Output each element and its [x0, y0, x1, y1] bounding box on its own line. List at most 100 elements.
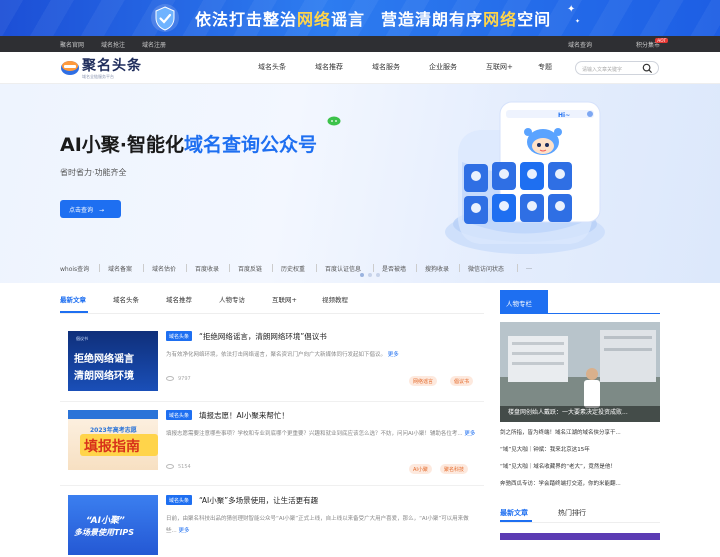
sparkle-icon: ✦: [567, 4, 576, 15]
nav-item[interactable]: 域名头条: [258, 62, 286, 72]
category-tag[interactable]: 域名头条: [166, 495, 193, 505]
article-item[interactable]: 2023年高考志愿 填报指南 域名头条 填报志愿！AI小聚来帮忙！ 填报志愿需要…: [68, 410, 484, 474]
category-tag[interactable]: 域名头条: [166, 410, 193, 420]
query-button[interactable]: 点击查询 →: [60, 200, 121, 218]
banner-slogan: 依法打击整治网络谣言 营造清朗有序网络空间: [195, 10, 552, 29]
sidebar-divider: [500, 313, 660, 314]
quick-link[interactable]: 是否被墙: [382, 264, 406, 273]
thumb-small-text: 倡议书: [76, 336, 88, 341]
sidebar-tabs: 最新文章 热门排行: [500, 505, 660, 523]
topbar-link[interactable]: 域名注册: [142, 42, 166, 49]
sidebar-list-item[interactable]: “域”见大咖｜域名收藏界的“老大”，竟然是他！: [500, 462, 660, 479]
more-link[interactable]: 更多: [464, 431, 475, 437]
article-desc: 日前，由聚名科技出品的猜创理财智能公众号“AI小聚”正式上线，自上线以来备受广大…: [166, 516, 469, 534]
article-title[interactable]: “拒绝网络谣言，清朗网络环境”倡议书: [199, 331, 327, 342]
divider: [60, 485, 484, 486]
carousel-dot[interactable]: [376, 273, 380, 277]
logo-subtitle: 域名全链服务平台: [82, 74, 114, 79]
tab-domain-news[interactable]: 域名头条: [113, 294, 139, 304]
nav-item[interactable]: 域名服务: [372, 62, 400, 72]
sidebar-feature-image[interactable]: 楼盘网创始人戴跃：一大要素决定投资成败...: [500, 322, 660, 422]
quick-link-more[interactable]: …: [526, 264, 532, 271]
nav-item[interactable]: 专题: [538, 62, 552, 72]
quick-link[interactable]: 域名备案: [108, 264, 132, 273]
divider: [60, 401, 484, 402]
tab-video-tutorials[interactable]: 视频教程: [322, 294, 348, 304]
carousel-dot[interactable]: [368, 273, 372, 277]
sparkle-icon: ✦: [575, 18, 581, 25]
article-thumbnail[interactable]: 倡议书 拒绝网络谣言 清朗网络环境: [68, 331, 158, 391]
article-thumbnail[interactable]: 2023年高考志愿 填报指南: [68, 410, 158, 470]
sidebar-list-item[interactable]: 剑之所指，皆为终端！域名江湖的域名侠分享干...: [500, 428, 660, 445]
search-icon[interactable]: [642, 63, 653, 74]
category-tag[interactable]: 域名头条: [166, 331, 193, 341]
hero-title: AI小聚·智能化域名查询公众号: [60, 134, 318, 156]
nav-item[interactable]: 互联网+: [486, 62, 513, 72]
sidebar-image-strip[interactable]: [500, 533, 660, 540]
carousel-dot[interactable]: [360, 273, 364, 277]
topbar-link-points[interactable]: 积分集市 HOT: [614, 38, 668, 49]
sidebar-list-item[interactable]: 奔驰西瓜专访：学会踏终端打交道，你的米能翻...: [500, 479, 660, 496]
quick-link[interactable]: 百度认证信息: [325, 264, 361, 273]
article-desc: 为有效净化网络环境，依法打击网络谣言，聚名资讯门户向广大新媒体同行发起如下倡议。…: [166, 352, 399, 358]
quick-link[interactable]: 域名估价: [152, 264, 176, 273]
thumb-line: 清朗网络环境: [74, 371, 134, 382]
eye-icon: [166, 376, 174, 381]
thumb-line: 多场景使用TIPS: [74, 528, 135, 537]
view-count: 5154: [166, 464, 191, 470]
quick-link[interactable]: whois查询: [60, 264, 89, 273]
thumb-line: 2023年高考志愿: [90, 427, 137, 434]
article-title[interactable]: “AI小聚”多场景使用，让生活更有趣: [199, 495, 318, 506]
tab-latest[interactable]: 最新文章: [60, 294, 86, 304]
topbar-link[interactable]: 聚名官网: [60, 42, 84, 49]
svg-text:Hi~: Hi~: [558, 112, 570, 119]
topbar-link[interactable]: 域名抢注: [101, 42, 125, 49]
article-item[interactable]: “AI小聚” 多场景使用TIPS 域名头条 “AI小聚”多场景使用，让生活更有趣…: [68, 495, 484, 557]
site-header: 聚名头条 域名全链服务平台 域名头条 域名推荐 域名服务 企业服务 互联网+ 专…: [0, 52, 720, 84]
tab-interviews[interactable]: 人物专访: [219, 294, 245, 304]
topbar-link[interactable]: 域名查询: [568, 42, 592, 49]
sidebar-article-list: 剑之所指，皆为终端！域名江湖的域名侠分享干... “域”见大咖｜钟斌：我来北京这…: [500, 428, 660, 496]
tab-latest-articles[interactable]: 最新文章: [500, 508, 528, 518]
top-banner[interactable]: 依法打击整治网络谣言 营造清朗有序网络空间 ✦ ✦: [0, 0, 720, 36]
quick-link[interactable]: 搜狗收录: [425, 264, 449, 273]
article-thumbnail[interactable]: “AI小聚” 多场景使用TIPS: [68, 495, 158, 555]
thumb-line: 填报指南: [84, 439, 140, 455]
arrow-right-icon: →: [98, 207, 104, 214]
article-desc: 填报志愿需要注意哪些事项？学校和专业到底哪个更重要？兴趣和就业到底应该怎么选？不…: [166, 431, 476, 437]
query-button-label: 点击查询: [69, 207, 94, 214]
sidebar-tab-people[interactable]: 人物专栏: [500, 290, 548, 314]
tab-internet-plus[interactable]: 互联网+: [272, 294, 297, 304]
more-link[interactable]: 更多: [179, 528, 190, 534]
keyword-tag[interactable]: 倡议书: [450, 376, 474, 386]
nav-item[interactable]: 企业服务: [429, 62, 457, 72]
article-title[interactable]: 填报志愿！AI小聚来帮忙！: [199, 410, 289, 421]
logo-mark-icon: [61, 61, 79, 75]
site-logo[interactable]: 聚名头条 域名全链服务平台: [60, 55, 150, 81]
tab-hot-ranking[interactable]: 热门排行: [558, 508, 586, 518]
active-tab-indicator: [60, 311, 88, 313]
keyword-tag[interactable]: 网络谣言: [409, 376, 438, 386]
article-tabs: 最新文章 域名头条 域名推荐 人物专访 互联网+ 视频教程: [60, 294, 484, 314]
feature-caption: 楼盘网创始人戴跃：一大要素决定投资成败...: [508, 409, 628, 416]
logo-name: 聚名头条: [82, 58, 142, 74]
active-tab-indicator: [500, 520, 532, 522]
eye-icon: [166, 464, 174, 469]
topbar-link-label: 积分集市: [635, 42, 660, 49]
keyword-tag[interactable]: 聚名科技: [440, 464, 469, 474]
tab-domain-recommend[interactable]: 域名推荐: [166, 294, 192, 304]
keyword-tag[interactable]: AI小聚: [409, 464, 432, 474]
more-link[interactable]: 更多: [388, 352, 399, 358]
hero-banner[interactable]: AI小聚·智能化域名查询公众号 省时省力·功能齐全 点击查询 → Hi~ who…: [0, 84, 720, 283]
thumb-line: “AI小聚”: [86, 516, 125, 526]
view-count: 9797: [166, 376, 191, 382]
quick-link[interactable]: 微信访问状态: [468, 264, 504, 273]
article-item[interactable]: 倡议书 拒绝网络谣言 清朗网络环境 域名头条 “拒绝网络谣言，清朗网络环境”倡议…: [68, 331, 484, 393]
shield-check-icon: [151, 4, 179, 32]
quick-link[interactable]: 百度收录: [195, 264, 219, 273]
sidebar-list-item[interactable]: “域”见大咖｜钟斌：我来北京这15年: [500, 445, 660, 462]
quick-link[interactable]: 百度反链: [238, 264, 262, 273]
quick-link[interactable]: 历史权重: [281, 264, 305, 273]
top-links-bar: 聚名官网 域名抢注 域名注册 域名查询 积分集市 HOT: [0, 36, 720, 52]
nav-item[interactable]: 域名推荐: [315, 62, 343, 72]
